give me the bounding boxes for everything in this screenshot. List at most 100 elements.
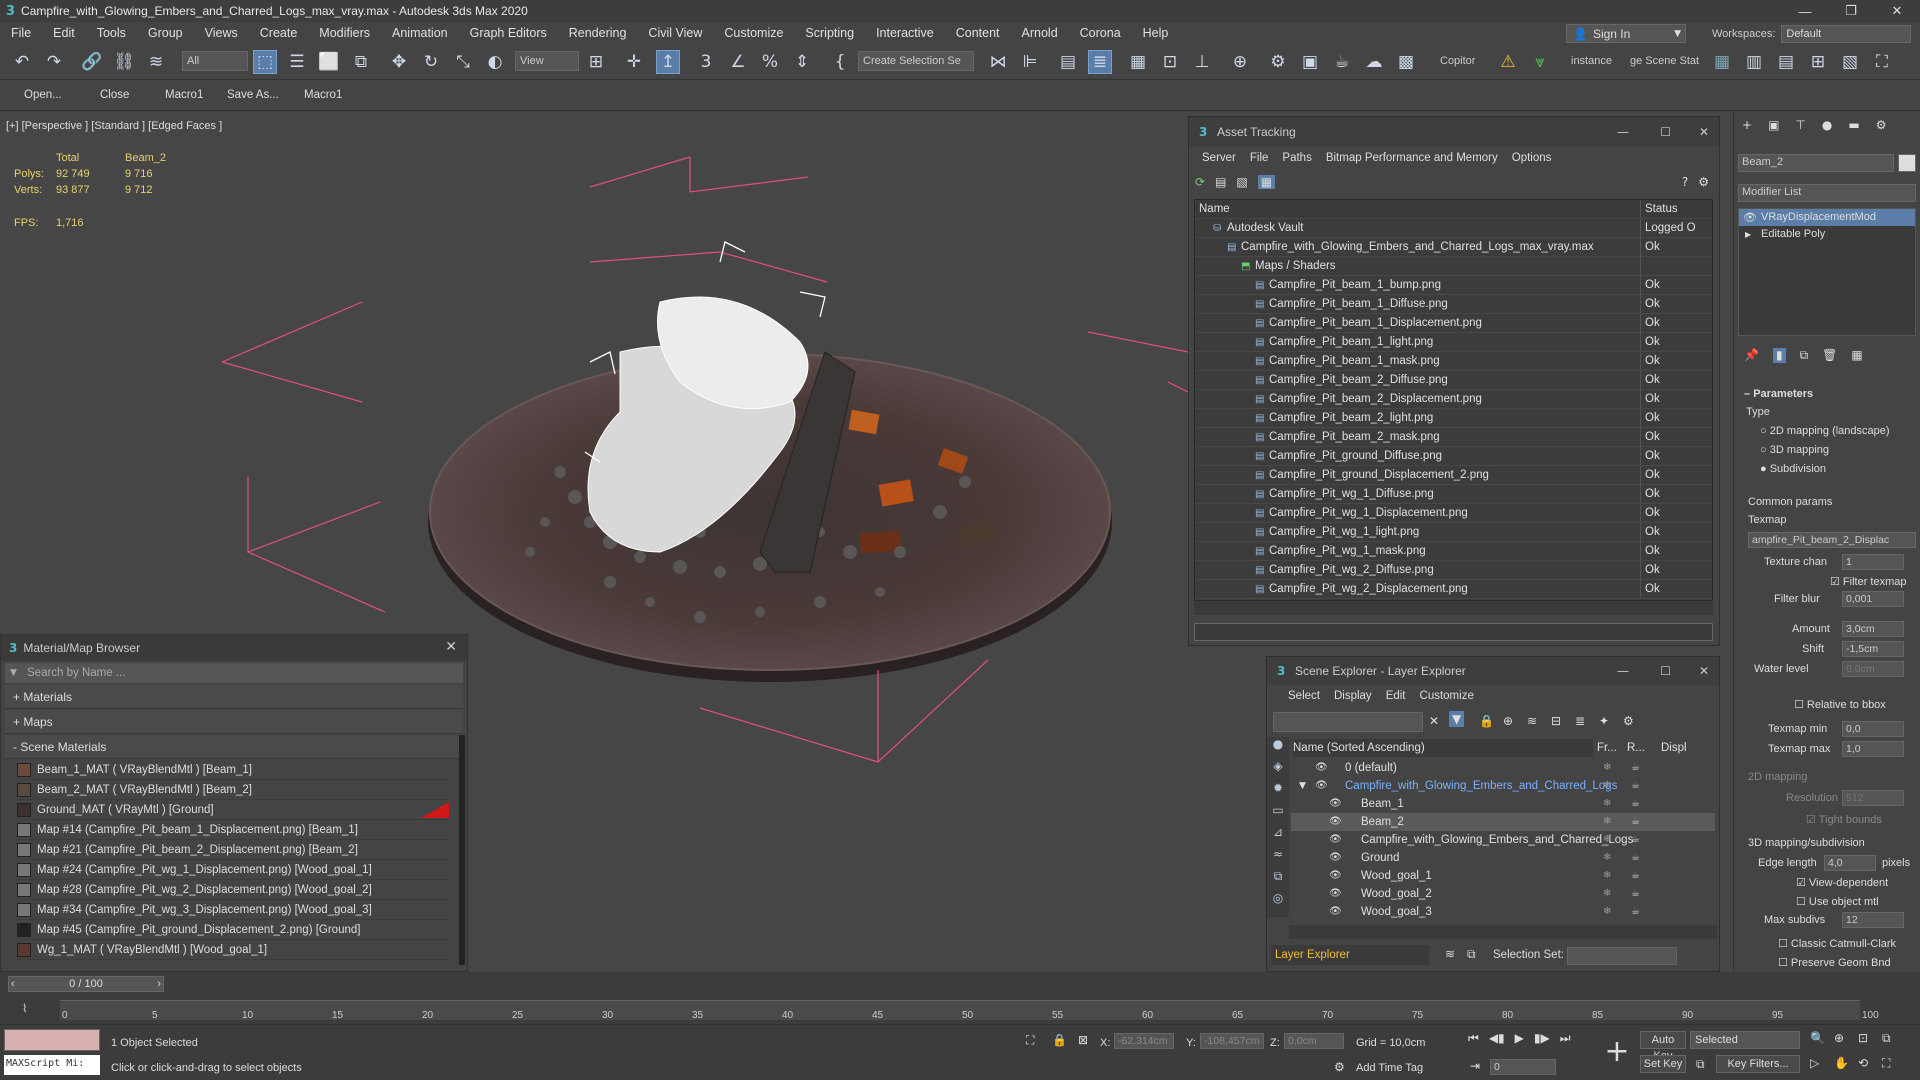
keyboard-shortcut-override-icon[interactable]: ↥ bbox=[656, 50, 680, 74]
visibility-eye-icon[interactable]: 👁 bbox=[1315, 759, 1328, 777]
current-frame-field[interactable]: 0 bbox=[1490, 1059, 1556, 1075]
selection-lock-icon[interactable]: 🔒 bbox=[1052, 1033, 1067, 1047]
menu-civil-view[interactable]: Civil View bbox=[637, 26, 713, 40]
render-iterative-icon[interactable]: ☁ bbox=[1362, 50, 1386, 74]
freeze-icon[interactable]: ❄ bbox=[1603, 759, 1611, 777]
material-item[interactable]: Beam_1_MAT ( VRayBlendMtl ) [Beam_1] bbox=[17, 760, 449, 780]
asset-row[interactable]: Campfire_with_Glowing_Embers_and_Charred… bbox=[1195, 238, 1712, 257]
workspace-dropdown[interactable]: Default bbox=[1781, 24, 1912, 43]
stack-item-vraydisplacementmod[interactable]: 👁 VRayDisplacementMod bbox=[1739, 209, 1915, 226]
material-editor-icon[interactable]: ⊕ bbox=[1228, 50, 1252, 74]
menu-edit[interactable]: Edit bbox=[42, 26, 86, 40]
classic-catmull-checkbox[interactable]: ☐ Classic Catmull-Clark bbox=[1778, 937, 1896, 950]
scene-row[interactable]: 👁 Wood_goal_1 ❄ ☕ bbox=[1291, 867, 1715, 885]
col-status-header[interactable]: Status bbox=[1645, 200, 1678, 219]
texmap-button[interactable]: ampfire_Pit_beam_2_Displac bbox=[1748, 532, 1916, 548]
rotate-icon[interactable]: ↻ bbox=[419, 50, 443, 74]
material-item[interactable]: Map #24 (Campfire_Pit_wg_1_Displacement.… bbox=[17, 860, 449, 880]
visibility-eye-icon[interactable]: 👁 bbox=[1329, 867, 1342, 885]
reference-coord-dropdown[interactable]: View bbox=[515, 51, 579, 71]
zoom-extents-all-icon[interactable]: ⧉ bbox=[1882, 1031, 1906, 1046]
use-object-mtl-checkbox[interactable]: ☐ Use object mtl bbox=[1796, 895, 1879, 908]
move-icon[interactable]: ✥ bbox=[387, 50, 411, 74]
window-crossing-icon[interactable]: ⧉ bbox=[349, 50, 373, 74]
menu-tools[interactable]: Tools bbox=[86, 26, 137, 40]
next-frame-icon[interactable]: › bbox=[157, 977, 161, 991]
radio-2d-mapping[interactable]: ○ 2D mapping (landscape) bbox=[1760, 425, 1890, 437]
object-name-field[interactable]: Beam_2 bbox=[1738, 154, 1894, 172]
configure-sets-icon[interactable]: ▦ bbox=[1851, 348, 1862, 363]
align-icon[interactable]: ⊫ bbox=[1018, 50, 1042, 74]
chevron-double-down-icon[interactable]: ⩔ bbox=[1528, 50, 1552, 74]
asset-row[interactable]: Campfire_Pit_beam_1_mask.png ▤ Ok bbox=[1195, 352, 1712, 371]
asset-row[interactable]: Campfire_Pit_wg_1_Displacement.png ▤ Ok bbox=[1195, 504, 1712, 523]
toggle-layer-explorer-icon[interactable]: ≣ bbox=[1088, 50, 1112, 74]
object-color-swatch[interactable] bbox=[1898, 154, 1916, 172]
pin-stack-icon[interactable]: 📌 bbox=[1744, 348, 1759, 363]
renderable-icon[interactable]: ☕ bbox=[1631, 903, 1640, 921]
menu-rendering[interactable]: Rendering bbox=[558, 26, 638, 40]
scene-row[interactable]: 👁 Beam_1 ❄ ☕ bbox=[1291, 795, 1715, 813]
go-to-start-icon[interactable]: ⏮ bbox=[1468, 1031, 1479, 1046]
menu-corona[interactable]: Corona bbox=[1069, 26, 1132, 40]
scene-row[interactable]: 👁 Wood_goal_3 ❄ ☕ bbox=[1291, 903, 1715, 921]
close-icon[interactable]: ✕ bbox=[1699, 125, 1709, 139]
texmap-max-spinner[interactable]: 1,0 bbox=[1842, 741, 1904, 757]
renderable-icon[interactable]: ☕ bbox=[1631, 831, 1640, 849]
scene-explorer-header[interactable]: 3 Scene Explorer - Layer Explorer — ☐ ✕ bbox=[1267, 657, 1719, 685]
renderable-icon[interactable]: ☕ bbox=[1631, 885, 1640, 903]
asset-row[interactable]: Campfire_Pit_wg_2_Diffuse.png ▤ Ok bbox=[1195, 561, 1712, 580]
menu-group[interactable]: Group bbox=[137, 26, 194, 40]
scene-row[interactable]: 👁 Campfire_with_Glowing_Embers_and_Charre… bbox=[1291, 777, 1715, 795]
create-tab-icon[interactable]: + bbox=[1742, 118, 1752, 132]
select-object-icon[interactable]: ⬚ bbox=[253, 50, 277, 74]
horizontal-scrollbar[interactable] bbox=[1194, 601, 1713, 615]
view-dependent-checkbox[interactable]: ☑ View-dependent bbox=[1796, 876, 1888, 889]
toggle-ribbon-icon[interactable]: ▦ bbox=[1126, 50, 1150, 74]
instance-label[interactable]: instance bbox=[1571, 55, 1612, 67]
x-coordinate-field[interactable]: -62,314cm bbox=[1114, 1033, 1174, 1049]
key-filters-button[interactable]: Key Filters... bbox=[1716, 1055, 1800, 1073]
rendered-frame-window-icon[interactable]: ▣ bbox=[1298, 50, 1322, 74]
sign-in-dropdown[interactable]: 👤 Sign In ▼ bbox=[1566, 24, 1686, 43]
schematic-view-icon[interactable]: ⊥ bbox=[1190, 50, 1214, 74]
layers-icon[interactable]: ≋ bbox=[1527, 714, 1537, 728]
settings-icon[interactable]: ⚙ bbox=[1623, 714, 1634, 728]
asset-menu-bitmap[interactable]: Bitmap Performance and Memory bbox=[1319, 152, 1505, 164]
material-item[interactable]: Map #28 (Campfire_Pit_wg_2_Displacement.… bbox=[17, 880, 449, 900]
asset-menu-file[interactable]: File bbox=[1243, 152, 1276, 164]
material-item[interactable]: Ground_MAT ( VRayMtl ) [Ground] bbox=[17, 800, 449, 820]
auto-key-button[interactable]: Auto Key bbox=[1640, 1031, 1686, 1062]
material-browser-header[interactable]: 3 Material/Map Browser ✕ bbox=[1, 635, 467, 661]
renderable-icon[interactable]: ☕ bbox=[1631, 813, 1640, 831]
shape-filter-icon[interactable]: ◈ bbox=[1267, 759, 1289, 781]
scene-row[interactable]: 👁 Beam_2 ❄ ☕ bbox=[1291, 813, 1715, 831]
viewport-label[interactable]: [+] [Perspective ] [Standard ] [Edged Fa… bbox=[6, 120, 222, 132]
light-icon[interactable]: ✦ bbox=[1599, 714, 1609, 728]
radio-subdivision[interactable]: ● Subdivision bbox=[1760, 463, 1826, 475]
parameters-rollout[interactable]: – Parameters bbox=[1744, 388, 1813, 400]
angle-snap-icon[interactable]: ∠ bbox=[726, 50, 750, 74]
col-freeze[interactable]: Fr... bbox=[1597, 739, 1617, 757]
asset-row[interactable]: Campfire_Pit_wg_2_Displacement.png ▤ Ok bbox=[1195, 580, 1712, 599]
renderable-icon[interactable]: ☕ bbox=[1631, 777, 1640, 795]
geometry-filter-icon[interactable]: ● bbox=[1267, 737, 1289, 759]
section-maps[interactable]: + Maps bbox=[5, 710, 463, 734]
material-item[interactable]: Wg_1_MAT ( VRayBlendMtl ) [Wood_goal_1] bbox=[17, 940, 449, 960]
zoom-icon[interactable]: 🔍 bbox=[1810, 1031, 1834, 1046]
material-item[interactable]: Map #45 (Campfire_Pit_ground_Displacemen… bbox=[17, 920, 449, 940]
freeze-icon[interactable]: ❄ bbox=[1603, 777, 1611, 795]
play-icon[interactable]: ▶ bbox=[1515, 1031, 1524, 1046]
col-name-sorted[interactable]: Name (Sorted Ascending) bbox=[1293, 739, 1593, 757]
asset-row[interactable]: Autodesk Vault ⛁ Logged O bbox=[1195, 219, 1712, 238]
material-item[interactable]: Map #21 (Campfire_Pit_beam_2_Displacemen… bbox=[17, 840, 449, 860]
asset-row[interactable]: Campfire_Pit_beam_1_light.png ▤ Ok bbox=[1195, 333, 1712, 352]
pan-icon[interactable]: ✋ bbox=[1834, 1056, 1858, 1071]
open-button[interactable]: Open... bbox=[24, 89, 62, 101]
visibility-eye-icon[interactable]: 👁 bbox=[1329, 885, 1342, 903]
visibility-eye-icon[interactable]: 👁 bbox=[1315, 777, 1328, 795]
xref-filter-icon[interactable]: ◎ bbox=[1267, 891, 1289, 913]
thumbnail-view-icon[interactable]: ▧ bbox=[1236, 175, 1247, 189]
scene-menu-select[interactable]: Select bbox=[1281, 690, 1327, 702]
save-as-button[interactable]: Save As... bbox=[227, 89, 279, 101]
